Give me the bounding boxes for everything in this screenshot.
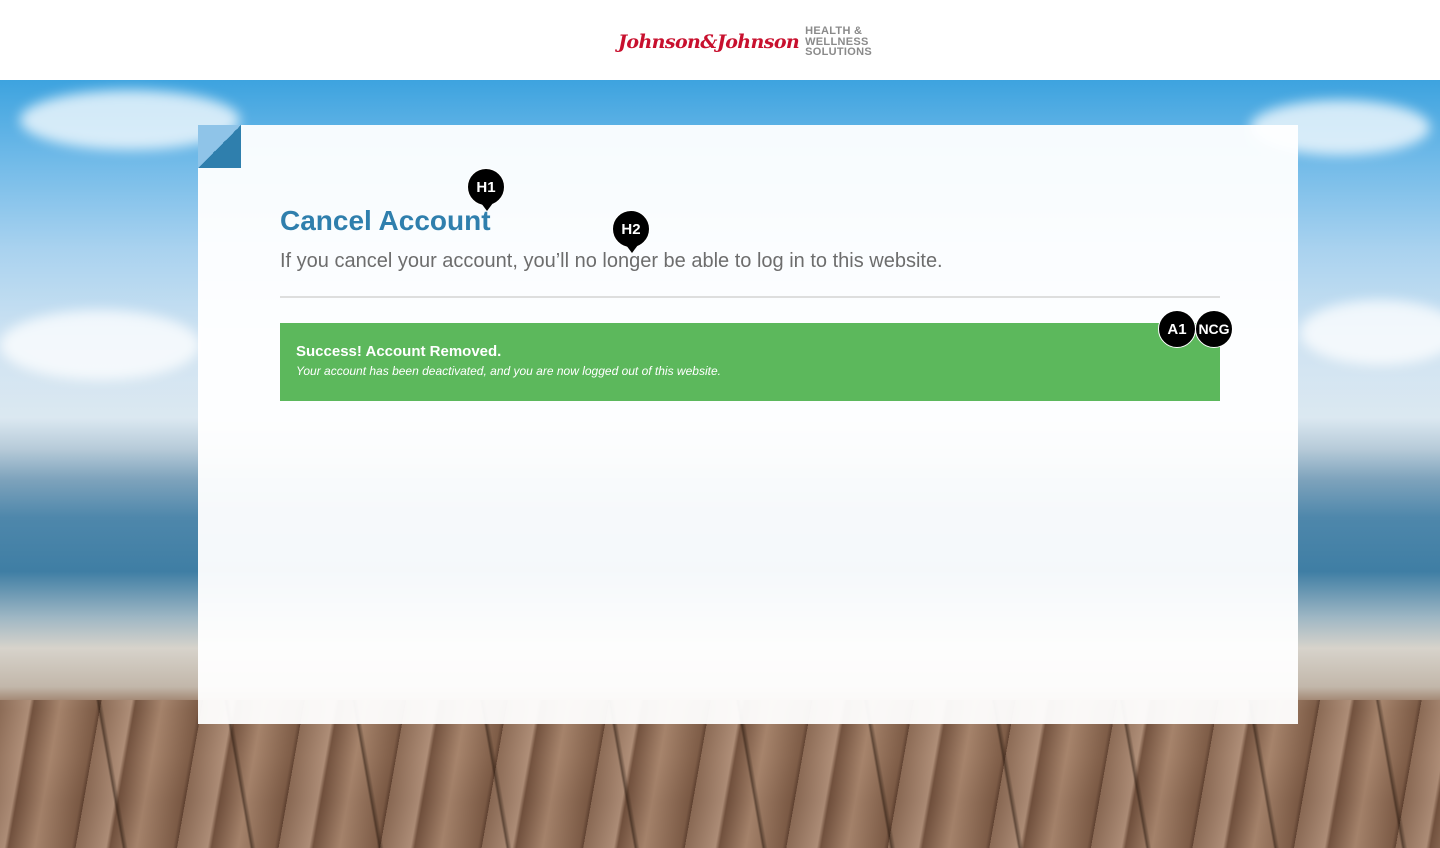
page-fold-icon (198, 125, 241, 168)
cloud (0, 310, 200, 380)
annotation-badge-h2: H2 (612, 210, 650, 253)
brand-logo-script: Johnson&Johnson (618, 31, 800, 53)
site-header: Johnson&Johnson HEALTH & WELLNESS SOLUTI… (0, 0, 1440, 80)
success-alert: Success! Account Removed. Your account h… (280, 323, 1220, 401)
alert-message: Your account has been deactivated, and y… (296, 364, 721, 378)
page-title: Cancel Account (280, 205, 491, 236)
brand-logo[interactable]: Johnson&Johnson HEALTH & WELLNESS SOLUTI… (618, 25, 872, 59)
annotation-badge-ncg: NCG (1195, 310, 1233, 348)
brand-line: SOLUTIONS (805, 46, 872, 59)
page-subtitle: If you cancel your account, you’ll no lo… (280, 250, 943, 272)
alert-title: Success! Account Removed. (296, 343, 502, 360)
cloud (1300, 300, 1440, 365)
annotation-badge-h1: H1 (467, 168, 505, 211)
brand-logo-subtitle: HEALTH & WELLNESS SOLUTIONS (805, 26, 872, 58)
divider (280, 296, 1220, 298)
annotation-badge-a1: A1 (1158, 310, 1196, 348)
